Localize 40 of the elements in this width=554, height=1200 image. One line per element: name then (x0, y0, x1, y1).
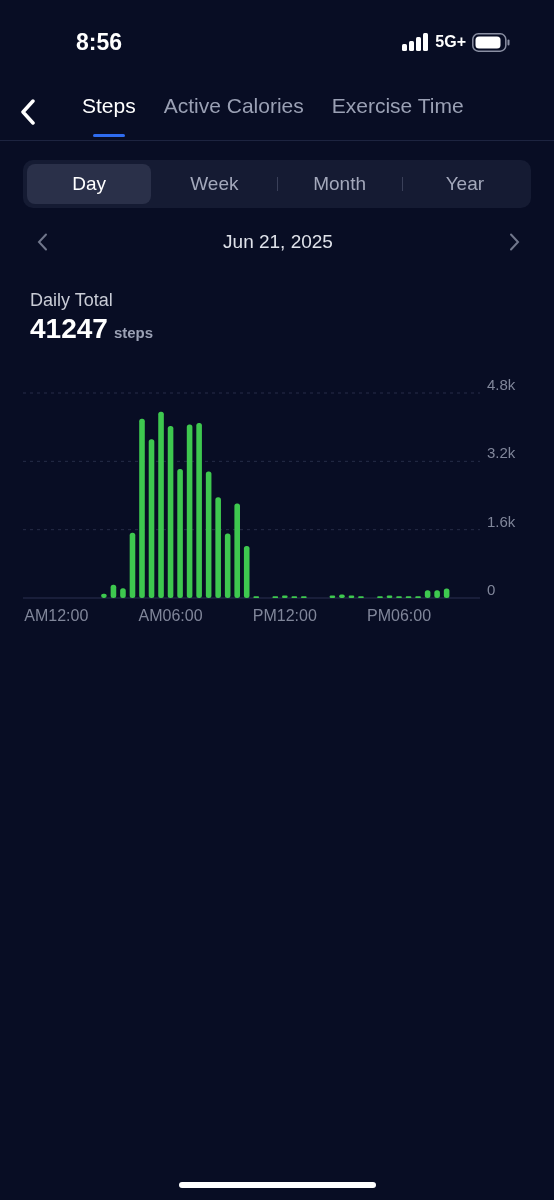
axis-label: 4.8k (487, 376, 516, 393)
axis-label: PM12:00 (252, 607, 317, 624)
total-steps-value: 41247 (30, 313, 108, 345)
metric-tab[interactable]: Steps (82, 84, 136, 140)
axis-label: 3.2k (487, 444, 516, 462)
date-label: Jun 21, 2025 (223, 231, 333, 253)
metric-tab[interactable]: Active Calories (163, 84, 304, 140)
battery-icon (472, 32, 510, 52)
period-option[interactable]: Year (402, 164, 527, 204)
back-chevron-icon (20, 99, 36, 125)
chart-bar (424, 590, 431, 598)
chart-bar (224, 533, 231, 598)
period-option[interactable]: Week (152, 164, 277, 204)
period-option[interactable]: Day (27, 164, 152, 204)
chart-bar (110, 584, 117, 598)
chart-bar (443, 588, 450, 598)
network-type: 5G+ (435, 33, 466, 51)
chart-bar (129, 532, 136, 598)
axis-label: AM12:00 (24, 607, 89, 624)
status-time: 8:56 (76, 28, 123, 56)
chart-bar (120, 588, 126, 598)
summary-label: Daily Total (30, 290, 114, 311)
chart-bar (282, 595, 288, 598)
chevron-left-icon (36, 233, 48, 251)
chart-bar (348, 595, 355, 598)
chart-bar (434, 590, 440, 598)
chart-bar (101, 593, 107, 598)
metric-tab[interactable]: Exercise Time (331, 84, 464, 140)
period-option[interactable]: Month (277, 164, 402, 204)
signal-icon (402, 33, 430, 51)
chart-bar (339, 594, 345, 598)
chevron-right-icon (508, 233, 520, 251)
chart-bar (243, 545, 250, 598)
axis-label: 1.6k (487, 512, 516, 530)
steps-unit: steps (113, 324, 154, 341)
chart-bar (386, 595, 393, 598)
chart-bar (329, 595, 336, 598)
axis-label: 0 (487, 581, 496, 598)
axis-label: AM06:00 (138, 607, 203, 624)
axis-label: PM06:00 (367, 607, 432, 624)
